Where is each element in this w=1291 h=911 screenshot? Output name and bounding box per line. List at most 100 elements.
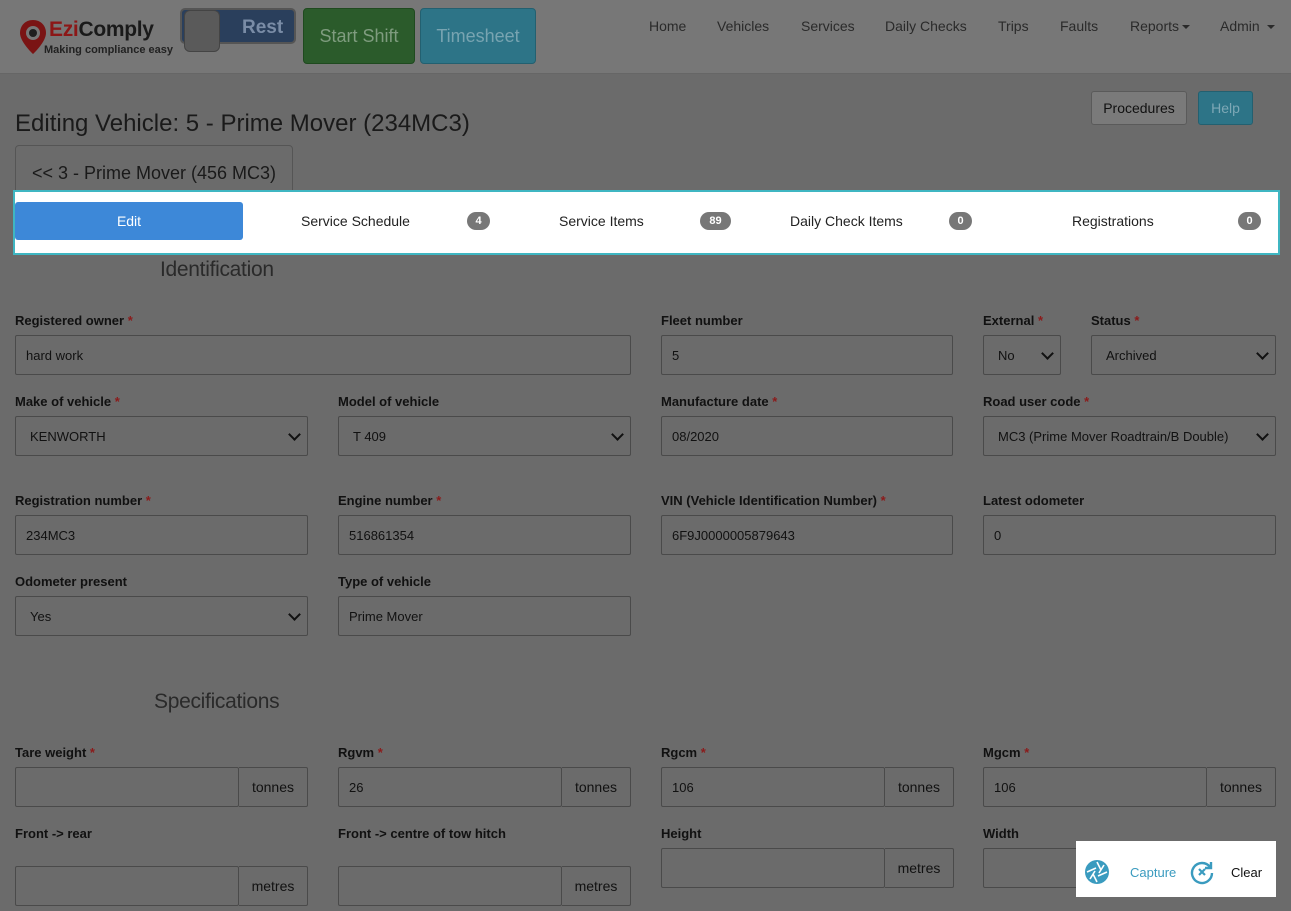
service-schedule-count-badge: 4 [467, 212, 490, 230]
rgcm-label: Rgcm * [661, 745, 706, 760]
nav-daily-checks[interactable]: Daily Checks [885, 18, 967, 34]
registrations-count-badge: 0 [1238, 212, 1261, 230]
rest-toggle-knob[interactable] [184, 10, 220, 52]
external-label: External * [983, 313, 1043, 328]
caret-down-icon [1266, 25, 1275, 30]
chevron-down-icon [1256, 427, 1269, 441]
rgvm-unit: tonnes [562, 767, 631, 807]
nav-vehicles[interactable]: Vehicles [717, 18, 769, 34]
chevron-down-icon [611, 427, 624, 441]
front-tow-hitch-unit: metres [562, 866, 631, 906]
tab-service-items[interactable]: Service Items [559, 213, 644, 229]
manufacture-date-input[interactable]: 08/2020 [661, 416, 953, 456]
front-rear-label: Front -> rear [15, 826, 92, 841]
rgvm-input[interactable]: 26 [338, 767, 562, 807]
make-select[interactable]: KENWORTH [15, 416, 308, 456]
status-label: Status * [1091, 313, 1140, 328]
tab-registrations[interactable]: Registrations [1072, 213, 1154, 229]
service-items-count-badge: 89 [700, 212, 731, 230]
road-user-code-select-value: MC3 (Prime Mover Roadtrain/B Double) [998, 428, 1229, 444]
clear-label: Clear [1231, 864, 1263, 880]
registered-owner-label: Registered owner * [15, 313, 133, 328]
tab-service-schedule[interactable]: Service Schedule [301, 213, 410, 229]
odometer-present-select-value: Yes [30, 608, 52, 624]
make-label: Make of vehicle * [15, 394, 120, 409]
tare-weight-input[interactable] [15, 767, 239, 807]
daily-check-items-count-badge: 0 [949, 212, 972, 230]
vin-input[interactable]: 6F9J0000005879643 [661, 515, 953, 555]
road-user-code-select[interactable]: MC3 (Prime Mover Roadtrain/B Double) [983, 416, 1276, 456]
page-title: Editing Vehicle: 5 - Prime Mover (234MC3… [15, 110, 470, 137]
manufacture-date-label: Manufacture date * [661, 394, 778, 409]
identification-heading: Identification [160, 258, 274, 281]
external-select-value: No [998, 347, 1015, 363]
engine-number-input[interactable]: 516861354 [338, 515, 631, 555]
make-select-value: KENWORTH [30, 428, 106, 444]
height-input[interactable] [661, 848, 885, 888]
brand-logo[interactable]: EziComply [49, 18, 154, 42]
chevron-down-icon [1041, 346, 1054, 360]
mgcm-unit: tonnes [1207, 767, 1276, 807]
capture-button[interactable]: Capture [1084, 859, 1176, 885]
fleet-number-input[interactable]: 5 [661, 335, 953, 375]
model-label: Model of vehicle [338, 394, 440, 409]
road-user-code-label: Road user code * [983, 394, 1090, 409]
camera-aperture-icon [1085, 860, 1109, 884]
registration-number-input[interactable]: 234MC3 [15, 515, 308, 555]
nav-admin-label: Admin [1220, 18, 1260, 34]
height-unit: metres [885, 848, 954, 888]
start-shift-button[interactable]: Start Shift [303, 8, 415, 64]
procedures-button[interactable]: Procedures [1091, 91, 1187, 125]
nav-reports-label: Reports [1130, 18, 1180, 34]
help-button[interactable]: Help [1198, 91, 1253, 125]
chevron-down-icon [1256, 346, 1269, 360]
capture-label: Capture [1130, 864, 1177, 880]
chevron-down-icon [288, 427, 301, 441]
latest-odometer-input[interactable]: 0 [983, 515, 1276, 555]
tab-daily-check-items[interactable]: Daily Check Items [790, 213, 903, 229]
clear-button[interactable]: Clear [1189, 859, 1262, 885]
odometer-present-label: Odometer present [15, 574, 127, 589]
width-label: Width [983, 826, 1019, 841]
mgcm-input[interactable]: 106 [983, 767, 1207, 807]
tare-weight-label: Tare weight * [15, 745, 95, 760]
mgcm-label: Mgcm * [983, 745, 1030, 760]
nav-reports-dropdown[interactable]: Reports [1130, 18, 1191, 34]
rest-toggle-label: Rest [242, 17, 284, 38]
tare-weight-unit: tonnes [239, 767, 308, 807]
type-of-vehicle-label: Type of vehicle [338, 574, 431, 589]
rgvm-label: Rgvm * [338, 745, 383, 760]
type-of-vehicle-input[interactable]: Prime Mover [338, 596, 631, 636]
status-select[interactable]: Archived [1091, 335, 1276, 375]
rgcm-input[interactable]: 106 [661, 767, 885, 807]
nav-trips[interactable]: Trips [998, 18, 1029, 34]
tab-edit[interactable]: Edit [15, 202, 243, 240]
engine-number-label: Engine number * [338, 493, 442, 508]
fleet-number-label: Fleet number [661, 313, 743, 328]
front-rear-input[interactable] [15, 866, 239, 906]
timesheet-button[interactable]: Timesheet [420, 8, 536, 64]
nav-faults[interactable]: Faults [1060, 18, 1098, 34]
height-label: Height [661, 826, 702, 841]
model-select-value: T 409 [353, 428, 387, 444]
chevron-down-icon [288, 607, 301, 621]
odometer-present-select[interactable]: Yes [15, 596, 308, 636]
nav-home[interactable]: Home [649, 18, 686, 34]
nav-services[interactable]: Services [801, 18, 855, 34]
front-rear-unit: metres [239, 866, 308, 906]
model-select[interactable]: T 409 [338, 416, 631, 456]
brand-tagline: Making compliance easy [44, 44, 173, 56]
front-tow-hitch-input[interactable] [338, 866, 562, 906]
clear-reset-icon [1190, 861, 1214, 885]
latest-odometer-label: Latest odometer [983, 493, 1085, 508]
rgcm-unit: tonnes [885, 767, 954, 807]
registration-number-label: Registration number * [15, 493, 151, 508]
status-select-value: Archived [1106, 347, 1157, 363]
specifications-heading: Specifications [154, 690, 280, 713]
external-select[interactable]: No [983, 335, 1061, 375]
registered-owner-input[interactable]: hard work [15, 335, 631, 375]
nav-admin-dropdown[interactable]: Admin [1220, 18, 1275, 34]
vin-label: VIN (Vehicle Identification Number) * [661, 493, 886, 508]
caret-down-icon [1182, 25, 1191, 30]
front-tow-hitch-label: Front -> centre of tow hitch [338, 826, 506, 841]
